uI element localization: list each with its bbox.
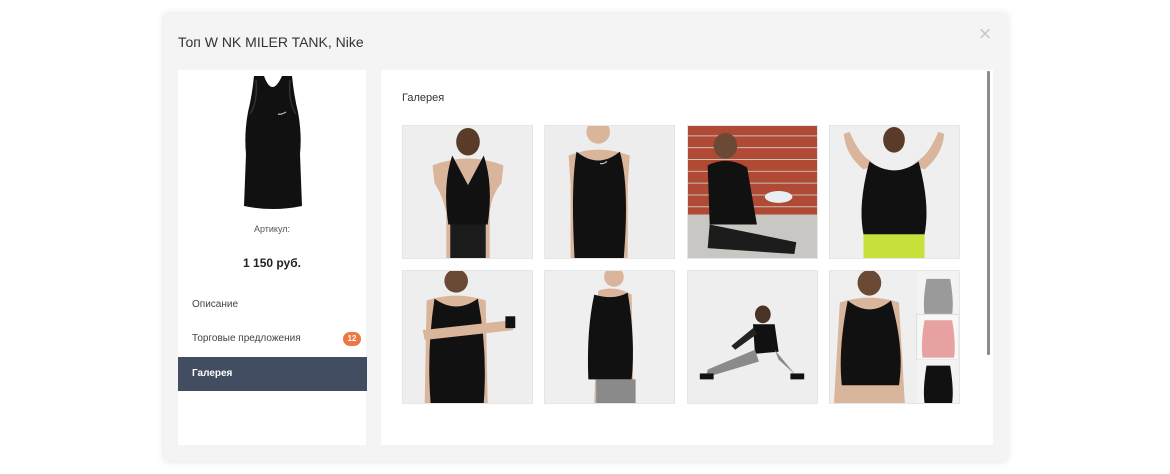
arm-stretch-photo[interactable] [402, 270, 533, 404]
seated-brick-wall-photo[interactable] [687, 125, 818, 259]
gallery-title: Галерея [402, 92, 445, 104]
tab-description[interactable]: Описание [178, 288, 367, 322]
arms-raised-photo[interactable] [829, 125, 960, 259]
color-variants-collage-photo[interactable] [829, 270, 960, 404]
lunge-stretch-photo[interactable] [687, 270, 818, 404]
product-modal: Топ W NK MILER TANK, Nike × Артикул: 1 1… [164, 14, 1007, 461]
tab-description-label: Описание [192, 299, 239, 310]
close-icon[interactable]: × [975, 23, 995, 45]
side-view-photo[interactable] [544, 270, 675, 404]
back-view-photo[interactable] [402, 125, 533, 259]
tab-gallery[interactable]: Галерея [178, 357, 367, 391]
product-sidebar: Артикул: 1 150 руб. Описание Торговые пр… [178, 70, 367, 445]
tank-top-image [244, 76, 302, 209]
gallery-panel: Галерея [381, 70, 993, 445]
offers-count-badge: 12 [343, 332, 361, 346]
price: 1 150 руб. [243, 256, 301, 270]
tab-offers[interactable]: Торговые предложения 12 [178, 322, 367, 356]
modal-title: Топ W NK MILER TANK, Nike [178, 34, 364, 50]
tab-offers-label: Торговые предложения [192, 333, 301, 344]
tab-gallery-label: Галерея [192, 368, 233, 379]
article-label: Артикул: [253, 224, 291, 234]
front-view-photo[interactable] [544, 125, 675, 259]
gallery-scrollbar[interactable] [987, 71, 990, 355]
